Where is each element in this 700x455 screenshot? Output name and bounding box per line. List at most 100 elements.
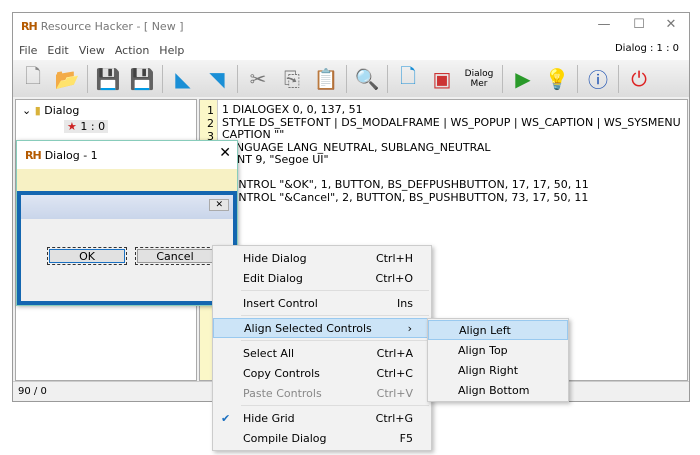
dialog-preview-window[interactable]: RH Dialog - 1 ✕ ✕ OK Cancel [16, 140, 238, 306]
power-icon[interactable]: ⏻ [625, 65, 653, 93]
item-label: Insert Control [243, 296, 318, 310]
item-label: Align Bottom [458, 383, 530, 397]
menu-help[interactable]: Help [159, 44, 184, 57]
save-icon[interactable]: 💾 [94, 65, 122, 93]
menu-file[interactable]: File [19, 44, 37, 57]
item-shortcut: Ctrl+O [375, 271, 413, 285]
form-close-icon: ✕ [209, 199, 229, 211]
item-shortcut: Ctrl+A [376, 346, 413, 360]
add-image-icon[interactable]: ▣ [428, 65, 456, 93]
open-folder-icon[interactable]: 📂 [53, 65, 81, 93]
cut-icon[interactable]: ✂ [244, 65, 272, 93]
separator [241, 315, 429, 316]
menu-item-copy-controls[interactable]: Copy Controls Ctrl+C [213, 363, 431, 383]
menu-item-insert-control[interactable]: Insert Control Ins [213, 293, 431, 313]
submenu-item-align-right[interactable]: Align Right [428, 360, 568, 380]
cancel-button[interactable]: Cancel [135, 247, 215, 265]
code-line: CAPTION "" [222, 128, 285, 141]
menu-view[interactable]: View [79, 44, 105, 57]
new-file-icon[interactable]: 🗋 [19, 64, 47, 93]
minimize-button[interactable]: — [589, 17, 619, 32]
code-text[interactable]: 1 DIALOGEX 0, 0, 137, 51 STYLE DS_SETFONT… [222, 103, 681, 204]
menu-item-align-selected-controls[interactable]: Align Selected Controls › [213, 318, 431, 338]
add-resource-icon[interactable]: 🗋 [394, 64, 422, 93]
ok-button[interactable]: OK [47, 247, 127, 265]
item-label: Select All [243, 346, 295, 360]
separator [577, 64, 578, 93]
tree-node-dialog[interactable]: ⌄ ▮ Dialog [22, 104, 79, 117]
separator [87, 64, 88, 93]
item-shortcut: F5 [399, 431, 413, 445]
tree-node-1-0[interactable]: ★ 1 : 0 [64, 120, 109, 133]
menu-item-compile-dialog[interactable]: Compile Dialog F5 [213, 428, 431, 448]
tree-label: 1 : 0 [80, 120, 106, 133]
info-icon[interactable]: ⓘ [584, 65, 612, 93]
resource-indicator: Dialog : 1 : 0 [614, 43, 679, 54]
dialog-title: Dialog - 1 [44, 148, 98, 162]
dialog-close-button[interactable]: ✕ [219, 145, 231, 161]
menu-edit[interactable]: Edit [47, 44, 68, 57]
menu-item-hide-grid[interactable]: ✔ Hide Grid Ctrl+G [213, 408, 431, 428]
code-line: FONT 9, "Segoe UI" [222, 153, 329, 166]
submenu-item-align-bottom[interactable]: Align Bottom [428, 380, 568, 400]
ok-button-label: OK [49, 249, 125, 263]
separator [502, 64, 503, 93]
run-icon[interactable]: ▶ [509, 65, 537, 93]
star-icon: ★ [67, 120, 77, 133]
item-shortcut: Ctrl+V [376, 386, 413, 400]
item-shortcut: Ctrl+H [375, 251, 413, 265]
item-label: Paste Controls [243, 386, 322, 400]
menu-item-select-all[interactable]: Select All Ctrl+A [213, 343, 431, 363]
menu-item-hide-dialog[interactable]: Hide Dialog Ctrl+H [213, 248, 431, 268]
tree-label: Dialog [44, 104, 80, 117]
status-text: 90 / 0 [18, 386, 47, 397]
separator [346, 64, 347, 93]
forward-arrow-icon[interactable]: ◥ [203, 65, 231, 93]
separator [618, 64, 619, 93]
item-label: Align Top [458, 343, 508, 357]
item-label: Align Right [458, 363, 519, 377]
chevron-down-icon[interactable]: ⌄ [22, 104, 31, 117]
title-bar: RH Resource Hacker - [ New ] — ☐ ✕ [13, 13, 689, 40]
dialog-menu-icon[interactable]: Dialog Mer [462, 65, 496, 93]
folder-icon: ▮ [34, 104, 41, 117]
code-line: 1 DIALOGEX 0, 0, 137, 51 [222, 103, 363, 116]
code-line: CONTROL "&OK", 1, BUTTON, BS_DEFPUSHBUTT… [222, 178, 589, 191]
copy-icon[interactable]: ⎘ [278, 65, 306, 93]
item-label: Hide Grid [243, 411, 295, 425]
dialog-title-bar: RH Dialog - 1 ✕ [17, 141, 237, 169]
dialog-info-bar [17, 169, 237, 191]
item-label: Align Left [459, 323, 511, 337]
cancel-button-label: Cancel [137, 249, 213, 263]
separator [241, 405, 429, 406]
back-arrow-icon[interactable]: ◣ [169, 65, 197, 93]
dialog-design-surface: ✕ OK Cancel [17, 191, 237, 305]
context-menu: Hide Dialog Ctrl+H Edit Dialog Ctrl+O Inse… [212, 245, 432, 451]
app-logo: RH [21, 20, 38, 33]
menu-item-edit-dialog[interactable]: Edit Dialog Ctrl+O [213, 268, 431, 288]
item-shortcut: Ctrl+C [376, 366, 413, 380]
item-shortcut: Ins [397, 296, 413, 310]
paste-icon[interactable]: 📋 [312, 65, 340, 93]
submenu-item-align-left[interactable]: Align Left [428, 320, 568, 340]
separator [162, 64, 163, 93]
search-icon[interactable]: 🔍 [353, 65, 381, 93]
line-number: 2 [207, 117, 214, 130]
close-button[interactable]: ✕ [656, 17, 686, 32]
checkmark-icon: ✔ [221, 411, 231, 425]
maximize-button[interactable]: ☐ [624, 17, 654, 32]
menu-action[interactable]: Action [115, 44, 149, 57]
chevron-right-icon: › [407, 321, 412, 335]
item-label: Compile Dialog [243, 431, 327, 445]
save-as-icon[interactable]: 💾 [128, 65, 156, 93]
menu-bar: File Edit View Action Help Dialog : 1 : … [13, 40, 689, 60]
line-number: 1 [207, 104, 214, 117]
submenu-item-align-top[interactable]: Align Top [428, 340, 568, 360]
lightbulb-icon[interactable]: 💡 [543, 65, 571, 93]
separator [387, 64, 388, 93]
toolbar: 🗋 📂 💾 💾 ◣ ◥ ✂ ⎘ 📋 🔍 🗋 ▣ Dialog Mer ▶ 💡 ⓘ… [13, 60, 689, 97]
menu-item-paste-controls[interactable]: Paste Controls Ctrl+V [213, 383, 431, 403]
item-shortcut: Ctrl+G [375, 411, 413, 425]
item-label: Copy Controls [243, 366, 320, 380]
code-line: STYLE DS_SETFONT | DS_MODALFRAME | WS_PO… [222, 115, 681, 129]
